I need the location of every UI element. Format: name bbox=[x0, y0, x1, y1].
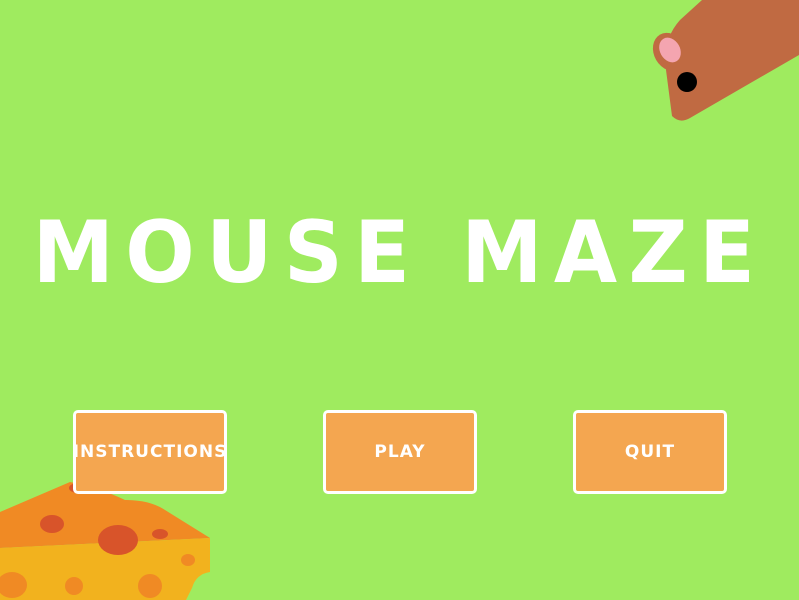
game-title: MOUSE MAZE bbox=[32, 203, 767, 303]
quit-button-label: QUIT bbox=[624, 442, 676, 462]
quit-button[interactable]: QUIT bbox=[573, 410, 727, 494]
instructions-button[interactable]: INSTRUCTIONS bbox=[73, 410, 227, 494]
play-button[interactable]: PLAY bbox=[323, 410, 477, 494]
play-button-label: PLAY bbox=[374, 442, 426, 462]
mouse-icon bbox=[652, 0, 799, 121]
instructions-button-label: INSTRUCTIONS bbox=[72, 442, 228, 462]
